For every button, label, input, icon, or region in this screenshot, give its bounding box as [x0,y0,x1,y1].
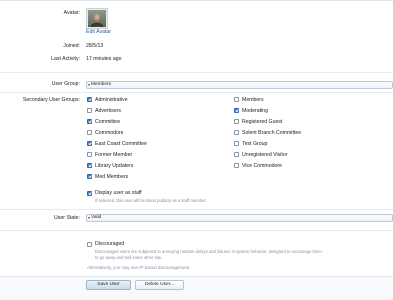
group-label: Unregistered Visitor [242,152,288,158]
display-staff-label: Display user as staff [95,190,142,196]
avatar-image [88,10,106,27]
save-user-button[interactable]: Save User [86,280,131,290]
discouraged-hint-line2: to go away and troll some other site. [95,255,163,260]
group-checkbox-members[interactable] [234,97,239,102]
group-checkbox-library-updaters[interactable] [87,163,92,168]
group-checkbox-test-group[interactable] [234,141,239,146]
joined-label: Joined: [63,43,80,49]
top-border [0,0,393,1]
last-activity-label: Last Activity: [51,56,80,62]
group-checkbox-vice-commodore[interactable] [234,163,239,168]
group-label: Test Group [242,141,268,147]
discouraged-checkbox[interactable] [87,242,92,247]
group-checkbox-unregistered-visitor[interactable] [234,152,239,157]
display-staff-checkbox[interactable] [87,191,92,196]
divider [0,72,393,73]
divider [0,92,393,93]
group-checkbox-moderating[interactable] [234,108,239,113]
secondary-groups-label: Secondary User Groups: [22,97,80,103]
avatar-label: Avatar: [63,10,80,16]
group-checkbox-solent-branch-committee[interactable] [234,130,239,135]
divider [0,209,393,210]
group-label: Administrative [95,97,128,103]
group-checkbox-med-members[interactable] [87,174,92,179]
last-activity-value: 17 minutes ago [86,56,122,62]
group-label: Advertisers [95,108,121,114]
edit-avatar-link[interactable]: Edit Avatar [86,29,111,35]
group-label: Members [242,97,264,103]
delete-user-button[interactable]: Delete User... [135,280,184,290]
group-label: Solent Branch Committee [242,130,302,136]
group-checkbox-registered-guest[interactable] [234,119,239,124]
user-state-selected-value: Valid [91,215,102,220]
user-group-label: User Group: [51,81,80,87]
group-label: Library Updaters [95,163,134,169]
user-state-select[interactable]: Valid [86,214,393,222]
chevron-down-icon [88,84,90,86]
group-label: Former Member [95,152,133,158]
group-label: East Coast Committee [95,141,147,147]
group-label: Committee [95,119,121,125]
user-group-selected-value: Members [91,82,111,87]
group-checkbox-advertisers[interactable] [87,108,92,113]
group-checkbox-east-coast-committee[interactable] [87,141,92,146]
group-label: Commodore [95,130,124,136]
display-staff-hint: If selected, this user will be listed pu… [95,198,207,203]
form-footer [0,276,393,300]
chevron-down-icon [88,217,90,219]
joined-value: 28/5/13 [86,43,104,49]
discouraged-label: Discouraged [95,241,125,247]
discouraged-hint-line1: Discouraged users are subjected to annoy… [95,249,322,254]
group-label: Moderating [242,108,268,114]
avatar[interactable] [86,8,108,29]
group-checkbox-commodore[interactable] [87,130,92,135]
ip-discouragement-link[interactable]: Alternatively, you may use IP-based disc… [87,265,190,270]
group-label: Med Members [95,174,129,180]
user-state-label: User State: [54,215,80,221]
group-checkbox-former-member[interactable] [87,152,92,157]
group-label: Registered Guest [242,119,283,125]
group-checkbox-administrative[interactable] [87,97,92,102]
group-checkbox-committee[interactable] [87,119,92,124]
divider [0,230,393,231]
group-label: Vice Commodore [242,163,282,169]
user-group-select[interactable]: Members [86,81,393,89]
